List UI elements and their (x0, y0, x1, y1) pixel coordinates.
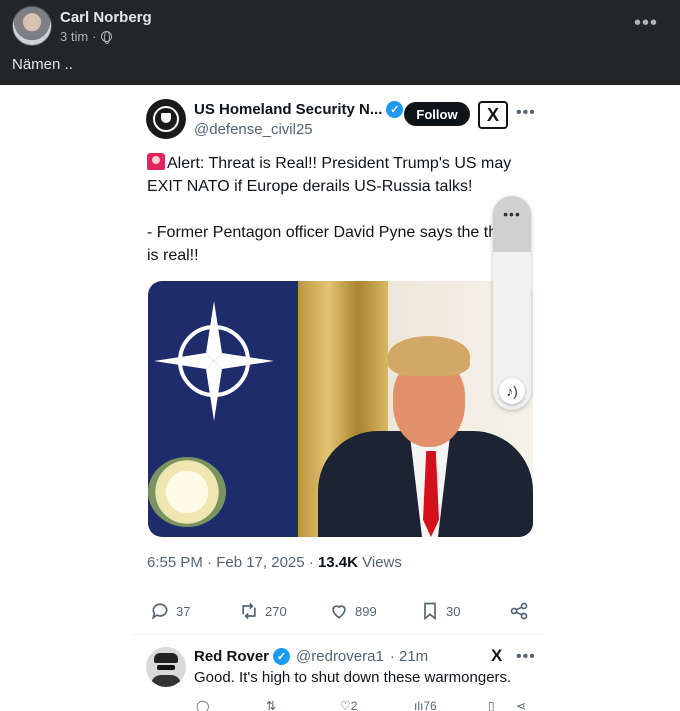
reply-actions: ◯ ⇅ ♡ 2 ılı 76 ▯ ⋖ (194, 699, 534, 711)
retweet-count: 270 (265, 603, 287, 619)
reply-avatar[interactable] (146, 647, 186, 687)
floating-overlay-panel[interactable]: ••• ♪) (493, 196, 531, 410)
reply-retweet-icon[interactable]: ⇅ (266, 699, 276, 711)
facebook-post-header: Carl Norberg 3 tim · ••• Nämen .. (0, 0, 680, 85)
post-meta: 3 tim · (60, 29, 112, 44)
views-count: 13.4K (317, 554, 358, 571)
share-button[interactable] (509, 601, 529, 621)
reply-icon (152, 603, 168, 620)
reply-bookmark-icon[interactable]: ▯ (488, 699, 495, 711)
tweet-actions: 37 270 899 30 (150, 601, 535, 623)
tweet-author-handle[interactable]: @defense_civil25 (194, 121, 313, 138)
reply-text: Good. It's high to shut down these warmo… (194, 669, 512, 686)
reply-view-count: 76 (423, 699, 437, 711)
nato-star-icon (154, 301, 274, 421)
like-button[interactable]: 899 (329, 601, 377, 621)
reply-button[interactable]: 37 (150, 601, 190, 621)
tweet-author-name[interactable]: US Homeland Security N... ✓ (194, 101, 404, 118)
avatar-body (151, 675, 181, 687)
tweet-timestamp: 6:55 PM · Feb 17, 2025 · 13.4K Views (147, 554, 402, 571)
shield-logo-icon (153, 106, 179, 132)
flowers (148, 457, 226, 527)
reply-author-name[interactable]: Red Rover (194, 648, 269, 665)
views-label: Views (357, 554, 402, 571)
tweet-gap (147, 198, 537, 221)
hair (388, 336, 470, 376)
reply-time[interactable]: · 21m (390, 648, 428, 665)
reply-more-icon[interactable]: ••• (516, 648, 536, 666)
reply-like-count: 2 (350, 699, 358, 711)
siren-icon (147, 153, 165, 170)
x-logo-icon[interactable]: X (491, 646, 502, 666)
like-count: 899 (355, 603, 377, 619)
audio-icon[interactable]: ♪) (499, 378, 525, 404)
retweet-button[interactable]: 270 (239, 601, 287, 621)
reply-views-button[interactable]: ılı 76 (414, 699, 437, 711)
tweet-line-1: Alert: Threat is Real!! President Trump'… (147, 152, 537, 198)
post-time[interactable]: 3 tim (60, 29, 88, 44)
author-name[interactable]: Carl Norberg (60, 9, 152, 26)
bookmark-count: 30 (446, 603, 461, 619)
tweet-line-1-text: Alert: Threat is Real!! President Trump'… (147, 155, 512, 195)
reply-header: Red Rover ✓ @redrovera1 · 21m (194, 648, 428, 665)
verified-badge-icon: ✓ (273, 648, 291, 665)
retweet-icon (242, 602, 256, 620)
reply-count: 37 (176, 603, 191, 619)
reply-like-button[interactable]: ♡ 2 (340, 699, 357, 711)
verified-badge-icon: ✓ (386, 101, 404, 118)
post-more-icon[interactable]: ••• (634, 12, 658, 35)
reply-author-handle[interactable]: @redrovera1 (296, 648, 384, 665)
bookmark-button[interactable]: 30 (420, 601, 460, 621)
overlay-more-icon[interactable]: ••• (493, 196, 531, 252)
author-avatar[interactable] (12, 6, 52, 46)
hat (154, 653, 178, 663)
tweet-line-2: - Former Pentagon officer David Pyne say… (147, 224, 525, 264)
tweet-image[interactable] (148, 281, 533, 537)
follow-button[interactable]: Follow (404, 102, 470, 126)
timestamp-text[interactable]: 6:55 PM · Feb 17, 2025 · (147, 554, 318, 571)
divider (133, 634, 546, 635)
post-text: Nämen .. (12, 56, 73, 73)
share-icon (510, 602, 528, 620)
tweet-more-icon[interactable]: ••• (516, 104, 536, 122)
tweet-text: Alert: Threat is Real!! President Trump'… (147, 152, 537, 267)
x-logo-icon[interactable]: X (478, 101, 508, 129)
sunglasses (157, 665, 175, 670)
tweet-avatar[interactable] (146, 99, 186, 139)
globe-icon (100, 31, 112, 44)
reply-reply-icon[interactable]: ◯ (196, 699, 209, 711)
tweet-author-label: US Homeland Security N... (194, 101, 383, 118)
reply-share-icon[interactable]: ⋖ (516, 699, 526, 711)
meta-dot: · (92, 29, 97, 44)
heart-icon (332, 605, 346, 619)
bookmark-icon (424, 602, 436, 621)
